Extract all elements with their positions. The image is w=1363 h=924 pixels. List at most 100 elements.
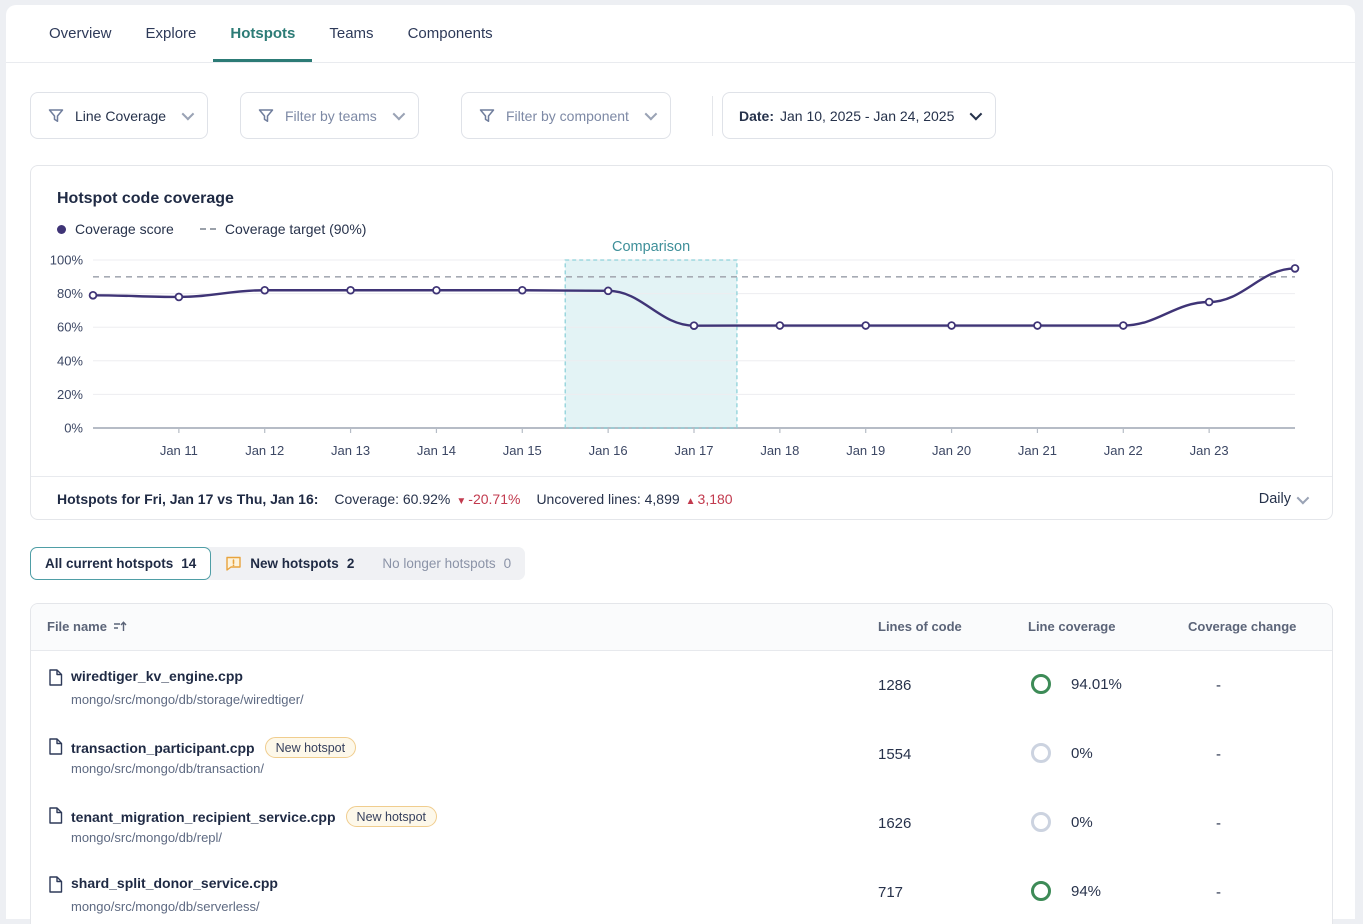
uncovered-summary: Uncovered lines: 4,899▲3,180	[536, 491, 732, 507]
chevron-down-icon	[182, 108, 195, 121]
uncovered-value: Uncovered lines: 4,899	[536, 491, 679, 507]
metric-filter-label: Line Coverage	[75, 108, 166, 124]
tab-all-current-hotspots[interactable]: All current hotspots 14	[30, 547, 211, 580]
tab-no-longer-hotspots[interactable]: No longer hotspots 0	[368, 547, 525, 580]
tab-new-hotspots[interactable]: New hotspots 2	[211, 547, 368, 580]
uncovered-delta: 3,180	[698, 491, 733, 507]
svg-text:100%: 100%	[50, 253, 84, 268]
coverage-ring-indicator	[1031, 812, 1051, 832]
svg-text:40%: 40%	[57, 353, 83, 368]
decrease-triangle-icon: ▼	[456, 496, 466, 507]
chart-legend: Coverage score Coverage target (90%)	[57, 221, 366, 237]
svg-text:Comparison: Comparison	[612, 239, 690, 255]
coverage-line-chart: 0%20%40%60%80%100%Jan 11Jan 12Jan 13Jan …	[39, 238, 1339, 474]
coverage-percent: 0%	[1071, 814, 1093, 831]
table-row[interactable]: wiredtiger_kv_engine.cpp mongo/src/mongo…	[31, 651, 1332, 720]
coverage-percent: 0%	[1071, 745, 1093, 762]
coverage-ring-indicator	[1031, 743, 1051, 763]
tab-explore[interactable]: Explore	[129, 5, 214, 62]
svg-text:60%: 60%	[57, 320, 83, 335]
file-name: shard_split_donor_service.cpp	[71, 875, 278, 891]
coverage-percent: 94%	[1071, 883, 1101, 900]
svg-text:Jan 12: Jan 12	[245, 443, 284, 458]
file-name: tenant_migration_recipient_service.cpp	[71, 809, 336, 825]
tab-hotspots[interactable]: Hotspots	[213, 5, 312, 62]
coverage-value: Coverage: 60.92%	[334, 491, 450, 507]
svg-text:Jan 22: Jan 22	[1104, 443, 1143, 458]
coverage-change-value: -	[1216, 815, 1221, 832]
legend-coverage-score-label: Coverage score	[75, 221, 174, 237]
column-file-name-label: File name	[47, 619, 107, 634]
filter-bar: Line Coverage Filter by teams Filter by …	[30, 92, 1331, 139]
chart-title: Hotspot code coverage	[57, 190, 234, 208]
svg-text:0%: 0%	[64, 421, 83, 436]
svg-text:Jan 17: Jan 17	[674, 443, 713, 458]
svg-text:Jan 14: Jan 14	[417, 443, 456, 458]
hotspots-table: File name Lines of code Line coverage Co…	[30, 603, 1333, 924]
tab-nolonger-count: 0	[504, 556, 512, 571]
file-name: wiredtiger_kv_engine.cpp	[71, 668, 243, 684]
svg-text:Jan 18: Jan 18	[760, 443, 799, 458]
coverage-change-value: -	[1216, 677, 1221, 694]
lines-of-code-value: 1286	[878, 677, 911, 694]
svg-text:Jan 20: Jan 20	[932, 443, 971, 458]
coverage-delta: -20.71%	[468, 491, 520, 507]
component-filter-dropdown[interactable]: Filter by component	[461, 92, 671, 139]
svg-text:Jan 13: Jan 13	[331, 443, 370, 458]
file-path: mongo/src/mongo/db/repl/	[71, 830, 222, 845]
funnel-icon	[47, 107, 65, 125]
table-header: File name Lines of code Line coverage Co…	[31, 604, 1332, 651]
tab-new-label: New hotspots	[250, 556, 339, 571]
column-file-name[interactable]: File name	[47, 619, 127, 634]
coverage-chart-card: Hotspot code coverage Coverage score Cov…	[30, 165, 1333, 520]
tab-new-count: 2	[347, 556, 355, 571]
svg-text:Jan 16: Jan 16	[589, 443, 628, 458]
coverage-change-value: -	[1216, 884, 1221, 901]
teams-filter-dropdown[interactable]: Filter by teams	[240, 92, 419, 139]
tab-teams[interactable]: Teams	[312, 5, 390, 62]
tab-overview[interactable]: Overview	[32, 5, 129, 62]
coverage-change-value: -	[1216, 746, 1221, 763]
teams-filter-label: Filter by teams	[285, 108, 377, 124]
comment-alert-icon	[225, 555, 242, 572]
top-nav: Overview Explore Hotspots Teams Componen…	[6, 5, 1355, 63]
coverage-summary: Coverage: 60.92% ▼-20.71%	[334, 491, 520, 507]
coverage-percent: 94.01%	[1071, 676, 1122, 693]
tab-all-label: All current hotspots	[45, 556, 173, 571]
table-row[interactable]: tenant_migration_recipient_service.cppNe…	[31, 789, 1332, 858]
hotspots-comparison-title: Hotspots for Fri, Jan 17 vs Thu, Jan 16:	[57, 491, 318, 507]
funnel-icon	[478, 107, 496, 125]
new-hotspot-badge: New hotspot	[265, 737, 356, 758]
legend-coverage-target: Coverage target (90%)	[200, 221, 367, 237]
lines-of-code-value: 717	[878, 884, 903, 901]
column-line-coverage: Line coverage	[1028, 619, 1115, 634]
file-icon	[48, 876, 63, 893]
table-row[interactable]: transaction_participant.cpp New hotspot m…	[31, 720, 1332, 789]
coverage-ring-indicator	[1031, 881, 1051, 901]
coverage-ring-indicator	[1031, 674, 1051, 694]
file-name: transaction_participant.cpp	[71, 740, 255, 756]
chart-footer: Hotspots for Fri, Jan 17 vs Thu, Jan 16:…	[31, 476, 1332, 521]
tab-all-count: 14	[181, 556, 196, 571]
table-row[interactable]: shard_split_donor_service.cpp mongo/src/…	[31, 858, 1332, 924]
file-icon	[48, 807, 63, 824]
coverage-score-dot	[57, 225, 66, 234]
file-path: mongo/src/mongo/db/serverless/	[71, 899, 260, 914]
svg-text:Jan 15: Jan 15	[503, 443, 542, 458]
svg-text:Jan 19: Jan 19	[846, 443, 885, 458]
date-range-dropdown[interactable]: Date: Jan 10, 2025 - Jan 24, 2025	[722, 92, 996, 139]
tab-nolonger-label: No longer hotspots	[382, 556, 495, 571]
date-range-value: Jan 10, 2025 - Jan 24, 2025	[780, 108, 954, 124]
granularity-value: Daily	[1259, 491, 1291, 507]
file-path: mongo/src/mongo/db/transaction/	[71, 761, 264, 776]
main-panel: Overview Explore Hotspots Teams Componen…	[6, 5, 1355, 919]
component-filter-label: Filter by component	[506, 108, 629, 124]
file-icon	[48, 669, 63, 686]
granularity-dropdown[interactable]: Daily	[1259, 491, 1306, 507]
chevron-down-icon	[645, 108, 658, 121]
tab-components[interactable]: Components	[391, 5, 510, 62]
sort-ascending-icon	[113, 620, 127, 633]
metric-filter-dropdown[interactable]: Line Coverage	[30, 92, 208, 139]
lines-of-code-value: 1554	[878, 746, 911, 763]
column-coverage-change: Coverage change	[1188, 619, 1296, 634]
